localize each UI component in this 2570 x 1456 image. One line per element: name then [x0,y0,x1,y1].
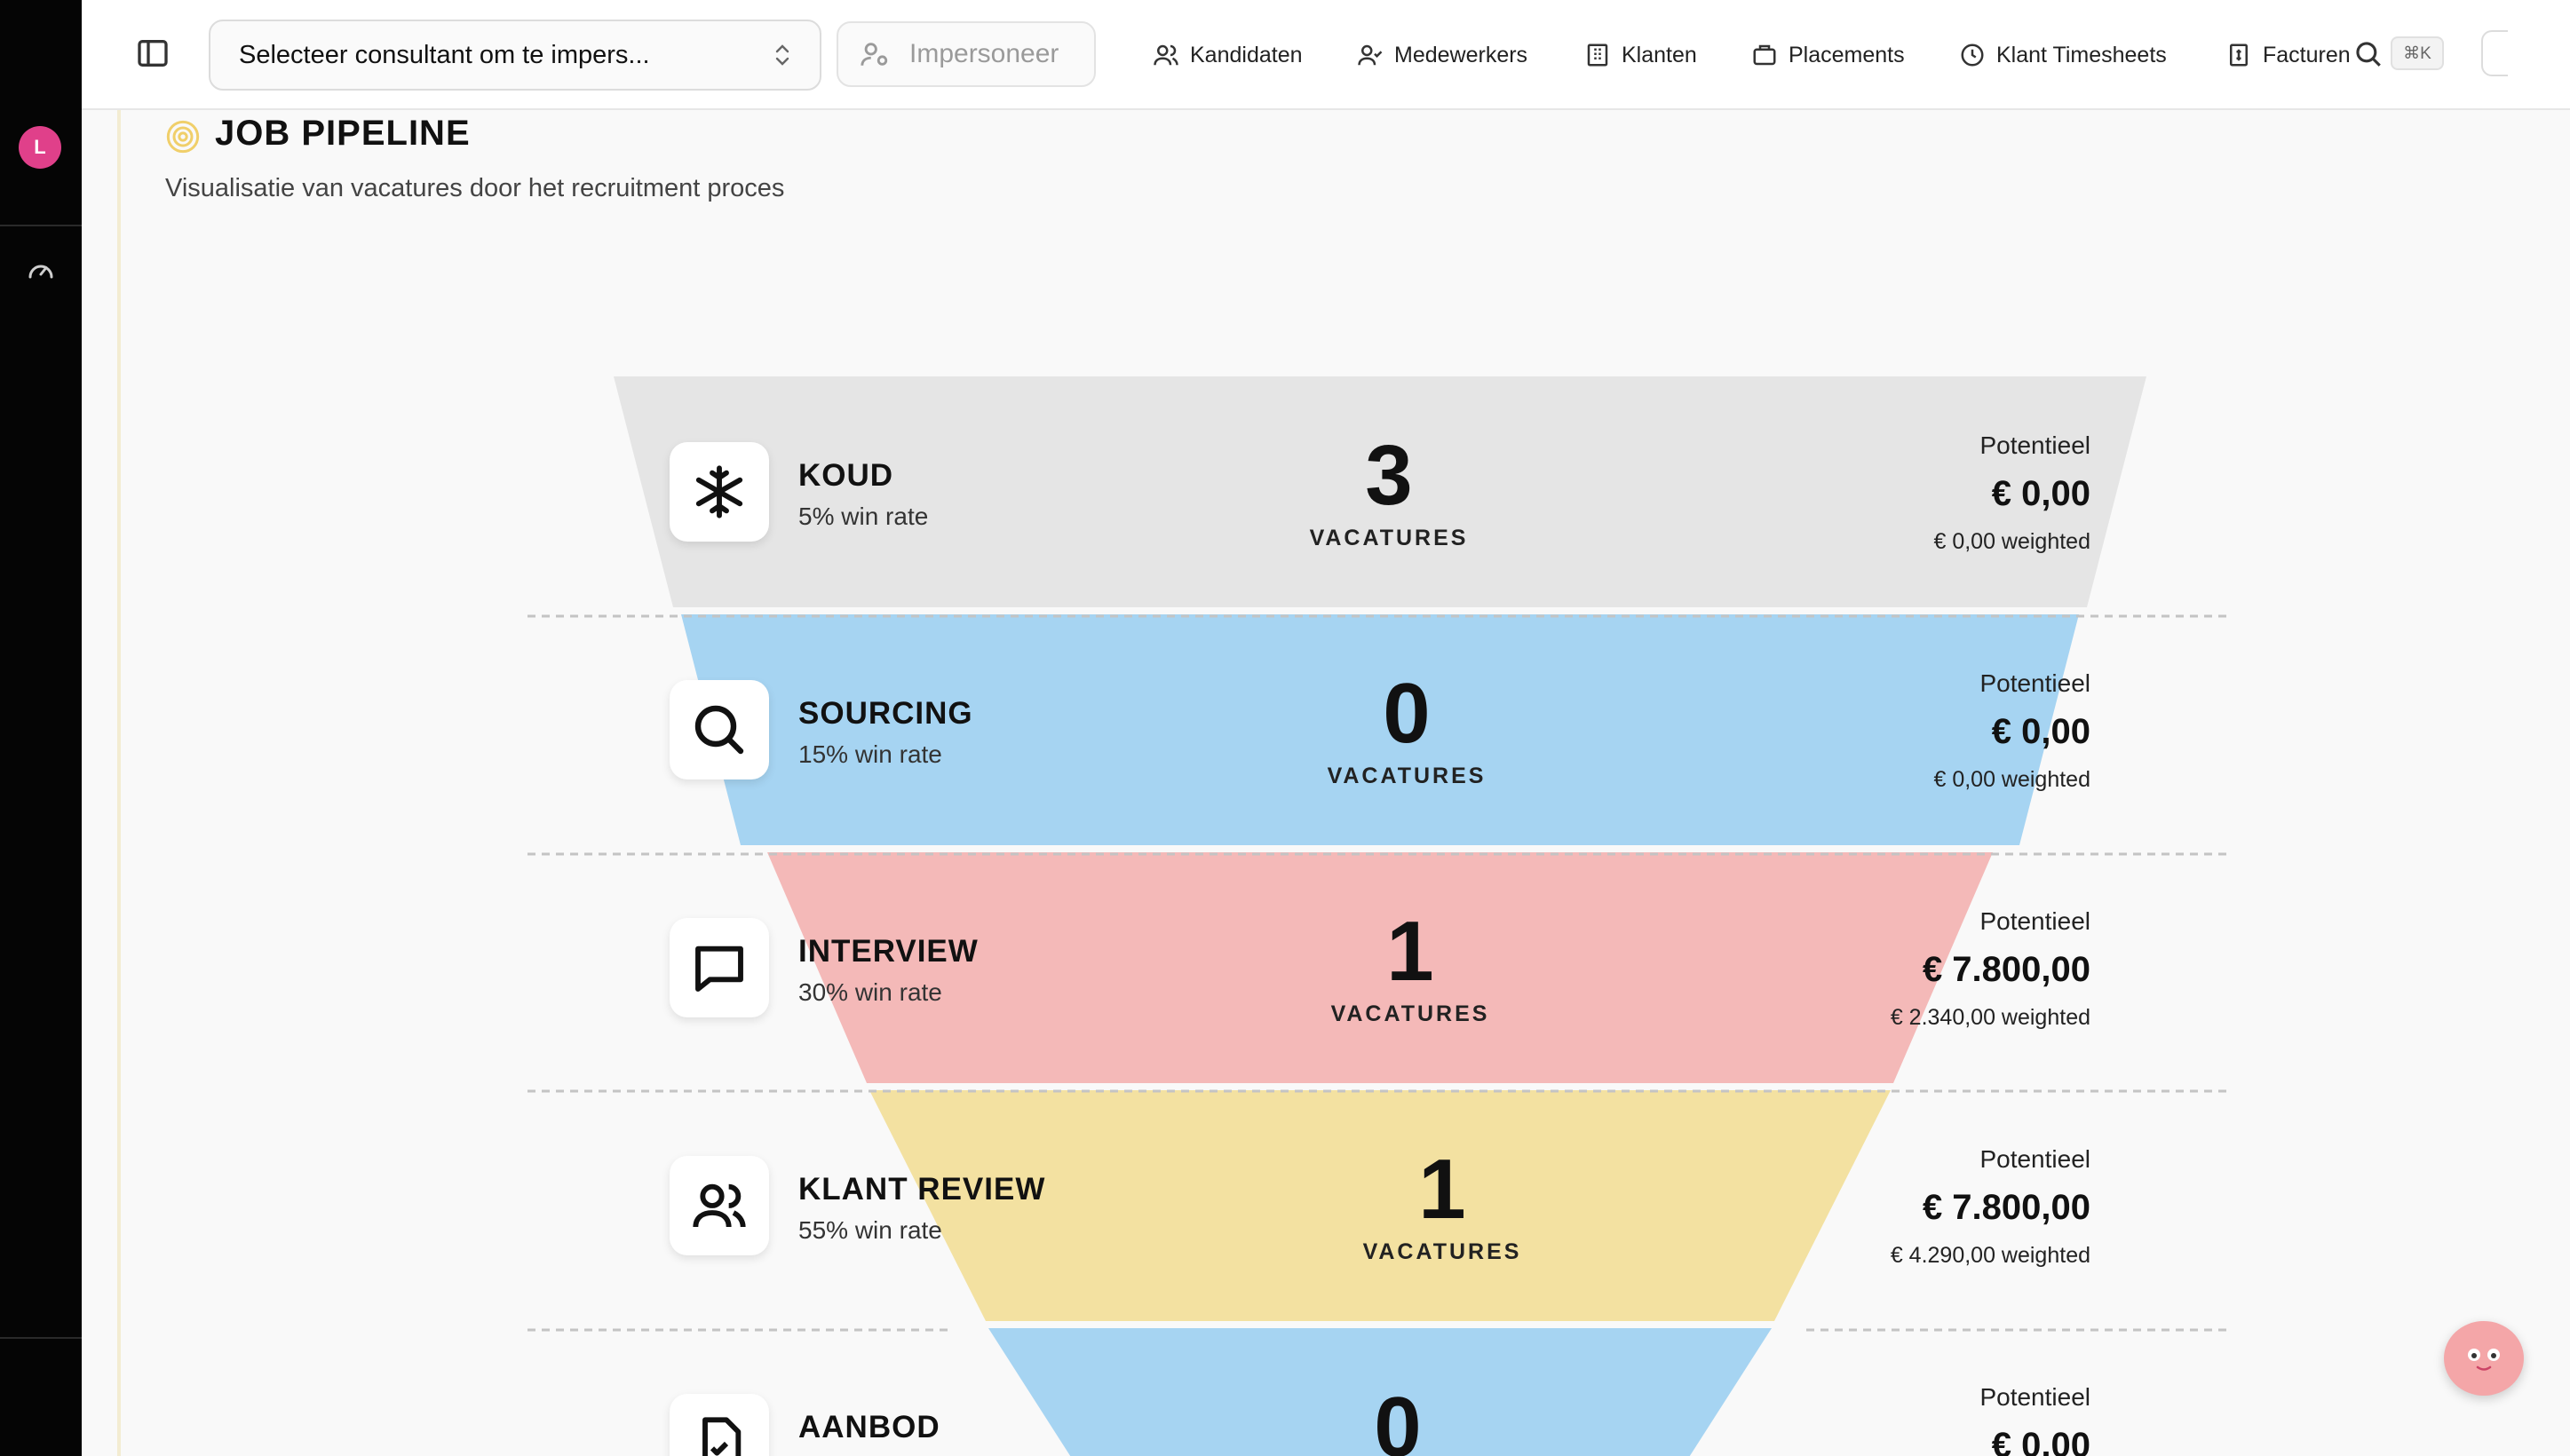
stage-count: 3 [1365,428,1413,523]
stage-icon-box [670,442,769,542]
stage-count-label: VACATURES [1330,1001,1490,1026]
stage-name: AANBOD [798,1410,940,1444]
potential-value: € 7.800,00 [1922,1188,2090,1227]
stage-count-label: VACATURES [1327,764,1487,788]
potential-label: Potentieel [1979,431,2090,459]
chat-icon [695,946,743,992]
potential-value: € 0,00 [1991,712,2090,751]
weighted-value: € 4.290,00 weighted [1890,1243,2090,1268]
stage-icon-box [670,1156,769,1255]
stage-count: 0 [1374,1380,1422,1456]
weighted-value: € 2.340,00 weighted [1890,1005,2090,1030]
weighted-value: € 0,00 weighted [1933,767,2090,792]
stage-icon-box [670,1394,769,1456]
stage-count-label: VACATURES [1362,1239,1522,1264]
potential-value: € 0,00 [1991,474,2090,513]
document-check-icon [702,1417,742,1456]
stage-win-rate: 30% win rate [798,978,942,1006]
stage-name: KOUD [798,458,894,493]
stage-win-rate: 5% win rate [798,502,929,530]
stage-name: INTERVIEW [798,934,979,969]
stage-count: 0 [1383,666,1431,761]
users-icon [693,1183,746,1228]
stage-name: SOURCING [798,696,973,731]
potential-value: € 0,00 [1991,1426,2090,1456]
stage-win-rate: 55% win rate [798,1216,942,1244]
snowflake-icon [695,465,743,518]
weighted-value: € 0,00 weighted [1933,529,2090,554]
stage-icon-box [670,680,769,779]
potential-label: Potentieel [1979,1145,2090,1173]
potential-label: Potentieel [1979,669,2090,697]
stage-count: 1 [1386,904,1434,999]
stage-count-label: VACATURES [1309,526,1469,550]
stage-icon-box [670,918,769,1017]
search-icon [694,705,744,755]
assistant-face-icon [2468,1349,2500,1371]
potential-label: Potentieel [1979,907,2090,935]
stage-win-rate: 15% win rate [798,740,942,768]
stage-count: 1 [1418,1142,1466,1237]
assistant-launcher-button[interactable] [2444,1321,2524,1396]
potential-label: Potentieel [1979,1383,2090,1411]
stage-name: KLANT REVIEW [798,1172,1046,1207]
potential-value: € 7.800,00 [1922,950,2090,989]
